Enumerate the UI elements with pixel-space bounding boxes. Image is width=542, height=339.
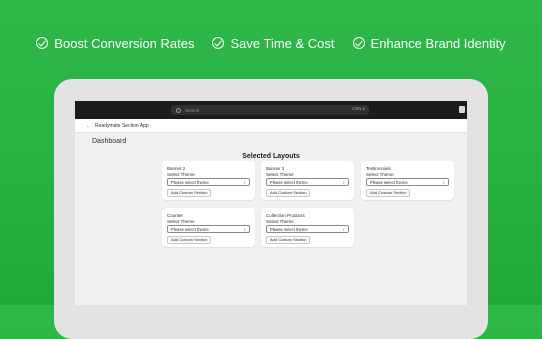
- feature-label: Save Time & Cost: [230, 35, 335, 51]
- chevron-updown-icon: ↕: [243, 180, 246, 185]
- theme-select[interactable]: Please select theme ↕: [366, 178, 449, 186]
- search-icon: [176, 107, 181, 113]
- card-name: Collection Products: [266, 213, 305, 218]
- section-title: Selected Layouts: [242, 153, 300, 160]
- card-name: Counter: [167, 213, 184, 218]
- card-name: Banner 3: [266, 166, 285, 171]
- theme-select[interactable]: Please select theme ↕: [167, 178, 250, 186]
- select-value: Please select theme: [171, 227, 209, 232]
- add-custom-section-button[interactable]: Add Custom Section: [366, 189, 411, 197]
- search-placeholder: Search: [185, 107, 200, 113]
- chevron-updown-icon: ↕: [243, 227, 246, 232]
- chevron-updown-icon: ↕: [442, 180, 445, 185]
- theme-select[interactable]: Please select theme ↕: [266, 225, 349, 233]
- select-label: Select Theme: [266, 172, 294, 177]
- add-custom-section-button[interactable]: Add Custom Section: [167, 236, 212, 244]
- select-label: Select Theme: [167, 172, 195, 177]
- feature-label: Boost Conversion Rates: [54, 35, 195, 51]
- layout-card: Testimonials Select Theme Please select …: [361, 161, 454, 200]
- select-label: Select Theme: [167, 219, 195, 224]
- feature-label: Enhance Brand Identity: [370, 35, 506, 51]
- add-custom-section-button[interactable]: Add Custom Section: [167, 189, 212, 197]
- card-name: Testimonials: [366, 166, 391, 171]
- app-name: Readymate Section App: [95, 122, 149, 129]
- page-title: Dashboard: [92, 138, 127, 145]
- layout-card: Banner 3 Select Theme Please select them…: [261, 161, 354, 200]
- add-custom-section-button[interactable]: Add Custom Section: [266, 236, 311, 244]
- feature-item: Boost Conversion Rates: [36, 36, 194, 51]
- select-label: Select Theme: [366, 172, 394, 177]
- layout-card: Counter Select Theme Please select theme…: [162, 208, 255, 247]
- check-circle-icon: [36, 37, 49, 49]
- admin-screen: Search CTRL K ← Readymate Section App Da…: [75, 101, 467, 305]
- chevron-updown-icon: ↕: [342, 227, 345, 232]
- store-icon[interactable]: [459, 106, 465, 113]
- card-name: Banner 2: [167, 166, 186, 171]
- select-value: Please select theme: [171, 180, 209, 185]
- theme-select[interactable]: Please select theme ↕: [266, 178, 349, 186]
- layout-card: Banner 2 Select Theme Please select them…: [162, 161, 255, 200]
- layout-card: Collection Products Select Theme Please …: [261, 208, 354, 247]
- add-custom-section-button[interactable]: Add Custom Section: [266, 189, 311, 197]
- search-input[interactable]: Search CTRL K: [171, 105, 369, 115]
- select-value: Please select theme: [270, 227, 308, 232]
- select-label: Select Theme: [266, 219, 294, 224]
- select-value: Please select theme: [370, 180, 408, 185]
- select-value: Please select theme: [270, 180, 308, 185]
- back-arrow-icon[interactable]: ←: [86, 123, 91, 129]
- chevron-updown-icon: ↕: [342, 180, 345, 185]
- theme-select[interactable]: Please select theme ↕: [167, 225, 250, 233]
- feature-item: Enhance Brand Identity: [352, 35, 506, 51]
- feature-item: Save Time & Cost: [212, 35, 335, 51]
- admin-topbar: Search CTRL K: [75, 101, 467, 119]
- check-circle-icon: [352, 37, 365, 49]
- check-circle-icon: [212, 37, 225, 49]
- shortcut-hint: CTRL K: [352, 107, 365, 111]
- feature-list: Boost Conversion Rates Save Time & Cost …: [0, 28, 542, 58]
- app-header: ← Readymate Section App: [75, 119, 467, 133]
